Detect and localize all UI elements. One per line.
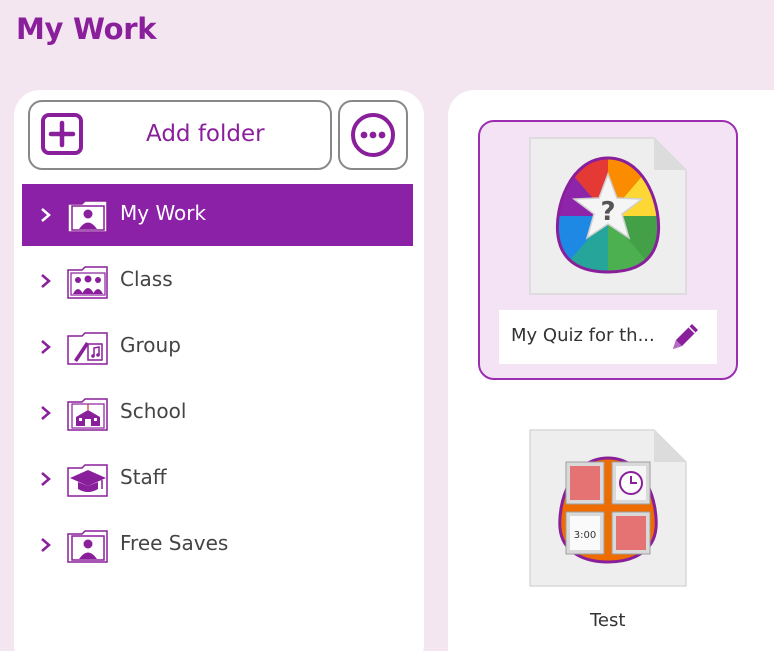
chevron-right-icon — [41, 406, 51, 420]
sidebar-item-my-work[interactable]: My Work — [22, 184, 413, 246]
chevron-right-icon — [41, 274, 51, 288]
music-art-folder-icon — [67, 332, 108, 365]
file-name-box[interactable]: My Quiz for th... — [499, 310, 717, 364]
file-name: Test — [590, 610, 626, 631]
file-area: ? My Quiz for th... 3:00 Test — [448, 90, 774, 651]
sidebar-item-free-saves[interactable]: Free Saves — [22, 514, 413, 576]
school-building-folder-icon — [67, 398, 108, 431]
page-title: My Work — [16, 12, 157, 46]
sidebar-item-label: My Work — [120, 201, 207, 225]
sidebar-item-class[interactable]: Class — [22, 250, 413, 312]
quiz-star-icon: ? — [529, 137, 687, 295]
sidebar-item-label: Group — [120, 333, 181, 357]
ellipsis-icon — [351, 113, 395, 157]
sidebar-item-staff[interactable]: Staff — [22, 448, 413, 510]
plus-square-icon — [41, 113, 83, 155]
file-name: My Quiz for th... — [511, 325, 655, 346]
folder-sidebar: Add folder My Work Class Group School St… — [14, 90, 424, 651]
chevron-right-icon — [41, 208, 51, 222]
sidebar-item-label: Class — [120, 267, 173, 291]
sidebar-item-group[interactable]: Group — [22, 316, 413, 378]
sidebar-item-label: Free Saves — [120, 531, 229, 555]
add-folder-button[interactable]: Add folder — [28, 100, 332, 170]
person-folder-icon — [67, 530, 108, 563]
graduation-cap-folder-icon — [67, 464, 108, 497]
file-card-test[interactable]: 3:00 Test — [478, 420, 738, 651]
more-options-button[interactable] — [338, 100, 408, 170]
chevron-right-icon — [41, 538, 51, 552]
chevron-right-icon — [41, 340, 51, 354]
person-folder-icon — [67, 200, 108, 233]
pencil-icon[interactable] — [667, 319, 703, 355]
file-card-quiz[interactable]: ? My Quiz for th... — [478, 120, 738, 380]
sidebar-item-school[interactable]: School — [22, 382, 413, 444]
sidebar-item-label: School — [120, 399, 187, 423]
activity-cards-icon: 3:00 — [529, 429, 687, 587]
class-group-folder-icon — [67, 266, 108, 299]
svg-text:?: ? — [600, 197, 615, 227]
chevron-right-icon — [41, 472, 51, 486]
add-folder-label: Add folder — [146, 121, 265, 147]
sidebar-item-label: Staff — [120, 465, 167, 489]
svg-text:3:00: 3:00 — [574, 530, 596, 541]
